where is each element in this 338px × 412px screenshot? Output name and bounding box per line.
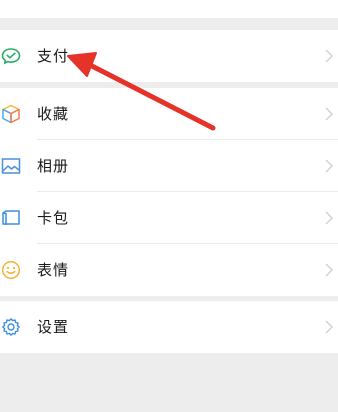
chevron-right-icon [325,211,333,225]
chevron-right-icon [325,159,333,173]
menu-item-pay[interactable]: 支付 [0,30,338,82]
pay-group: 支付 [0,30,338,82]
album-picture-icon [0,156,22,176]
menu-item-cards[interactable]: 卡包 [0,192,338,244]
menu-item-favorites-label: 收藏 [37,105,70,123]
main-group: 收藏 相册 卡包 表情 [0,88,338,296]
smiley-face-icon [0,260,22,280]
menu-item-stickers-label: 表情 [37,261,70,279]
menu-item-album[interactable]: 相册 [0,140,338,192]
settings-group: 设置 [0,301,338,353]
menu-item-album-label: 相册 [37,157,70,175]
wechat-pay-icon [0,46,22,66]
menu-item-settings-label: 设置 [37,318,70,336]
menu-item-cards-label: 卡包 [37,209,70,227]
menu-item-pay-label: 支付 [37,47,70,65]
chevron-right-icon [325,49,333,63]
card-wallet-icon [0,208,22,228]
menu-item-settings[interactable]: 设置 [0,301,338,353]
chevron-right-icon [325,107,333,121]
menu-item-stickers[interactable]: 表情 [0,244,338,296]
chevron-right-icon [325,263,333,277]
top-profile-card-edge [0,0,338,18]
chevron-right-icon [325,320,333,334]
favorites-cube-icon [0,104,22,124]
menu-item-favorites[interactable]: 收藏 [0,88,338,140]
gear-icon [0,317,22,337]
